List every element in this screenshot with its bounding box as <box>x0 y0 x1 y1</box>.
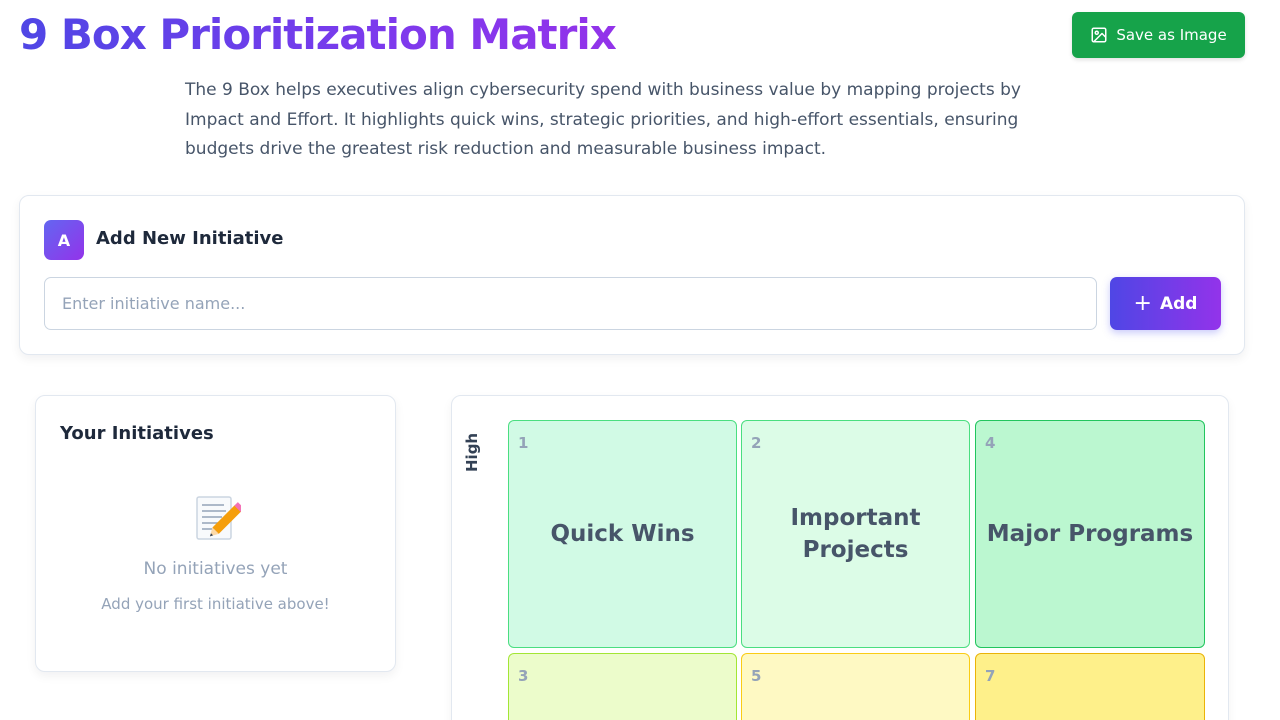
empty-state-title: No initiatives yet <box>143 559 288 579</box>
cell-label: Important Projects <box>790 505 921 563</box>
cell-label: Major Programs <box>986 521 1194 547</box>
save-button-label: Save as Image <box>1116 26 1227 44</box>
image-icon <box>1091 27 1107 43</box>
cell-number: 2 <box>751 434 762 452</box>
matrix-cell-7[interactable]: 7 <box>975 653 1205 720</box>
page-title: 9 Box Prioritization Matrix <box>19 10 617 59</box>
initiatives-title: Your Initiatives <box>60 423 214 444</box>
cell-label: Quick Wins <box>550 521 695 547</box>
add-initiative-card: A Add New Initiative + Add <box>19 195 1245 355</box>
cell-number: 7 <box>985 667 996 685</box>
matrix-cell-3[interactable]: 3 <box>508 653 737 720</box>
cell-number: 5 <box>751 667 762 685</box>
add-initiative-title: Add New Initiative <box>96 228 284 249</box>
initiatives-panel: Your Initiatives No initiatives yet Add … <box>35 395 396 672</box>
save-as-image-button[interactable]: Save as Image <box>1072 12 1245 58</box>
memo-icon <box>196 496 241 540</box>
cell-number: 3 <box>518 667 529 685</box>
initiative-name-input[interactable] <box>44 277 1097 330</box>
intro-description: The 9 Box helps executives align cyberse… <box>185 80 1021 159</box>
matrix-cell-important-projects[interactable]: 2 Important Projects <box>741 420 970 648</box>
cell-number: 4 <box>985 434 996 452</box>
plus-icon: + <box>1133 290 1152 316</box>
y-axis-high-label: High <box>463 432 481 472</box>
step-badge: A <box>44 220 84 260</box>
cell-number: 1 <box>518 434 529 452</box>
matrix-cell-5[interactable]: 5 <box>741 653 970 720</box>
empty-state-subtitle: Add your first initiative above! <box>101 595 330 613</box>
add-initiative-button[interactable]: + Add <box>1110 277 1221 330</box>
matrix-cell-major-programs[interactable]: 4 Major Programs <box>975 420 1205 648</box>
matrix-cell-quick-wins[interactable]: 1 Quick Wins <box>508 420 737 648</box>
add-button-label: Add <box>1159 293 1198 314</box>
